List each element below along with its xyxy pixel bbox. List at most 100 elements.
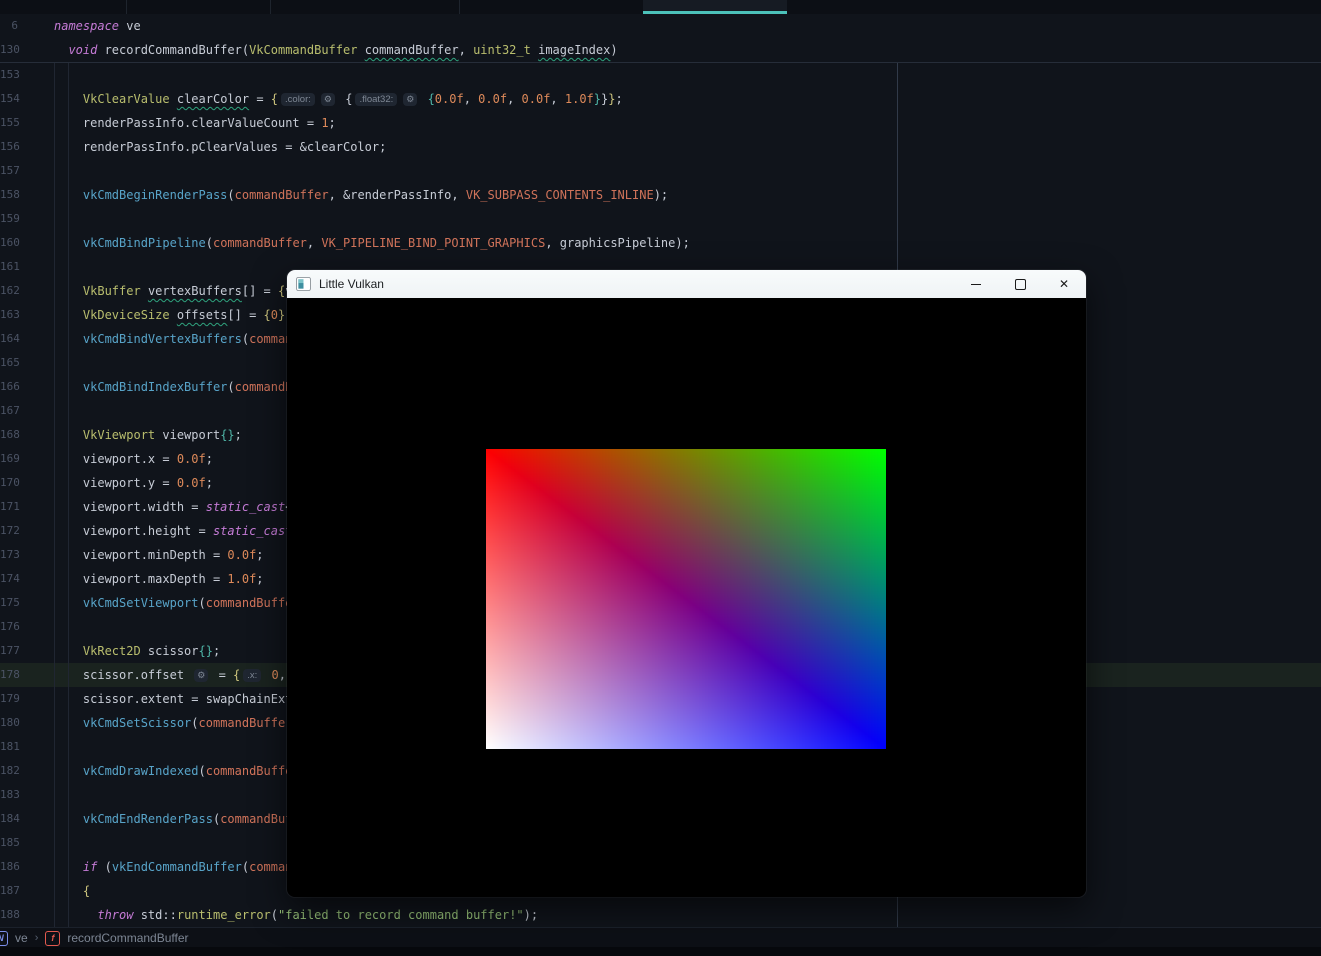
line-number[interactable]: 178 xyxy=(0,663,18,687)
code-token: viewport.height = xyxy=(54,524,213,538)
code-token: , xyxy=(459,43,473,57)
tab-separator xyxy=(459,0,460,14)
breadcrumb-namespace[interactable]: ve xyxy=(15,931,28,945)
code-token: viewport.x = xyxy=(54,452,177,466)
code-line[interactable]: 160 vkCmdBindPipeline(commandBuffer, VK_… xyxy=(0,231,1321,255)
code-token: ( xyxy=(206,236,213,250)
code-token: ( xyxy=(191,716,198,730)
line-number[interactable]: 171 xyxy=(0,495,18,519)
line-number[interactable]: 172 xyxy=(0,519,18,543)
line-number[interactable]: 168 xyxy=(0,423,18,447)
line-number[interactable]: 183 xyxy=(0,783,18,807)
code-text: vkCmdBeginRenderPass(commandBuffer, &ren… xyxy=(54,183,668,207)
line-number[interactable]: 162 xyxy=(0,279,18,303)
code-line[interactable]: 159 xyxy=(0,207,1321,231)
line-number[interactable]: 181 xyxy=(0,735,18,759)
line-number[interactable]: 187 xyxy=(0,879,18,903)
line-number[interactable]: 130 xyxy=(0,38,18,62)
code-line[interactable]: 156 renderPassInfo.pClearValues = &clear… xyxy=(0,135,1321,159)
line-number[interactable]: 169 xyxy=(0,447,18,471)
indent-guide xyxy=(54,63,55,927)
code-token: { xyxy=(83,884,90,898)
code-line[interactable]: 6namespace ve xyxy=(0,14,1321,38)
line-number[interactable]: 156 xyxy=(0,135,18,159)
code-token: 0.0f xyxy=(435,92,464,106)
code-token: uint32_t xyxy=(473,43,531,57)
code-line[interactable]: 188 throw std::runtime_error("failed to … xyxy=(0,903,1321,927)
line-number[interactable]: 186 xyxy=(0,855,18,879)
maximize-button[interactable] xyxy=(998,270,1042,298)
code-token: , xyxy=(507,92,521,106)
code-token: {} xyxy=(220,428,234,442)
close-button[interactable]: ✕ xyxy=(1042,270,1086,298)
line-number[interactable]: 184 xyxy=(0,807,18,831)
function-icon: f xyxy=(45,931,60,946)
code-token: ); xyxy=(654,188,668,202)
code-line[interactable]: 158 vkCmdBeginRenderPass(commandBuffer, … xyxy=(0,183,1321,207)
line-number[interactable]: 182 xyxy=(0,759,18,783)
code-token: viewport.maxDepth = xyxy=(54,572,227,586)
line-number[interactable]: 163 xyxy=(0,303,18,327)
code-token: runtime_error xyxy=(177,908,271,922)
line-number[interactable]: 180 xyxy=(0,711,18,735)
code-token: 1.0f xyxy=(565,92,594,106)
code-token: throw xyxy=(97,908,133,922)
window-title-bar[interactable]: Little Vulkan ✕ xyxy=(287,270,1086,298)
code-text: VkBuffer vertexBuffers[] = {v xyxy=(54,279,292,303)
code-token: recordCommandBuffer( xyxy=(97,43,249,57)
code-token: 1.0f xyxy=(227,572,256,586)
code-text: viewport.minDepth = 0.0f; xyxy=(54,543,264,567)
minimize-button[interactable] xyxy=(954,270,998,298)
code-line[interactable]: 130 void recordCommandBuffer(VkCommandBu… xyxy=(0,38,1321,62)
line-number[interactable]: 175 xyxy=(0,591,18,615)
line-number[interactable]: 6 xyxy=(0,14,18,38)
line-number[interactable]: 165 xyxy=(0,351,18,375)
code-text: vkCmdEndRenderPass(commandBuf xyxy=(54,807,292,831)
inlay-hint: .float32: xyxy=(355,93,397,106)
line-number[interactable]: 164 xyxy=(0,327,18,351)
tab-strip xyxy=(0,0,1321,14)
code-line[interactable]: 153 xyxy=(0,63,1321,87)
code-text: viewport.width = static_cast< xyxy=(54,495,292,519)
line-number[interactable]: 170 xyxy=(0,471,18,495)
code-token: [] = xyxy=(227,308,263,322)
line-number[interactable]: 177 xyxy=(0,639,18,663)
maximize-icon xyxy=(1015,279,1026,290)
line-number[interactable]: 173 xyxy=(0,543,18,567)
line-number[interactable]: 174 xyxy=(0,567,18,591)
line-number[interactable]: 176 xyxy=(0,615,18,639)
line-number[interactable]: 185 xyxy=(0,831,18,855)
code-token: vkCmdBindPipeline xyxy=(83,236,206,250)
code-token: commandBuf xyxy=(220,812,292,826)
active-tab[interactable] xyxy=(643,0,787,14)
code-token: , graphicsPipeline); xyxy=(545,236,690,250)
breadcrumb-function[interactable]: recordCommandBuffer xyxy=(67,931,188,945)
code-line[interactable]: 154 VkClearValue clearColor = {.color:⚙ … xyxy=(0,87,1321,111)
window-title: Little Vulkan xyxy=(319,277,954,291)
code-token: } xyxy=(594,92,601,106)
line-number[interactable]: 159 xyxy=(0,207,18,231)
code-line[interactable]: 157 xyxy=(0,159,1321,183)
line-number[interactable]: 157 xyxy=(0,159,18,183)
code-token: vkCmdDrawIndexed xyxy=(83,764,199,778)
code-token: ( xyxy=(227,188,234,202)
code-line[interactable]: 155 renderPassInfo.clearValueCount = 1; xyxy=(0,111,1321,135)
code-token: "failed to record command buffer!" xyxy=(278,908,524,922)
line-number[interactable]: 161 xyxy=(0,255,18,279)
code-token: = xyxy=(211,668,233,682)
line-number[interactable]: 166 xyxy=(0,375,18,399)
line-number[interactable]: 188 xyxy=(0,903,18,927)
code-token: 0.0f xyxy=(177,476,206,490)
line-number[interactable]: 158 xyxy=(0,183,18,207)
line-number[interactable]: 155 xyxy=(0,111,18,135)
code-token: commandBuffer xyxy=(199,716,293,730)
line-number[interactable]: 160 xyxy=(0,231,18,255)
code-token: VK_SUBPASS_CONTENTS_INLINE xyxy=(466,188,654,202)
line-number[interactable]: 179 xyxy=(0,687,18,711)
code-text: viewport.maxDepth = 1.0f; xyxy=(54,567,264,591)
line-number[interactable]: 154 xyxy=(0,87,18,111)
code-token: , xyxy=(464,92,478,106)
line-number[interactable]: 167 xyxy=(0,399,18,423)
line-number[interactable]: 153 xyxy=(0,63,18,87)
code-token: namespace xyxy=(54,19,119,33)
